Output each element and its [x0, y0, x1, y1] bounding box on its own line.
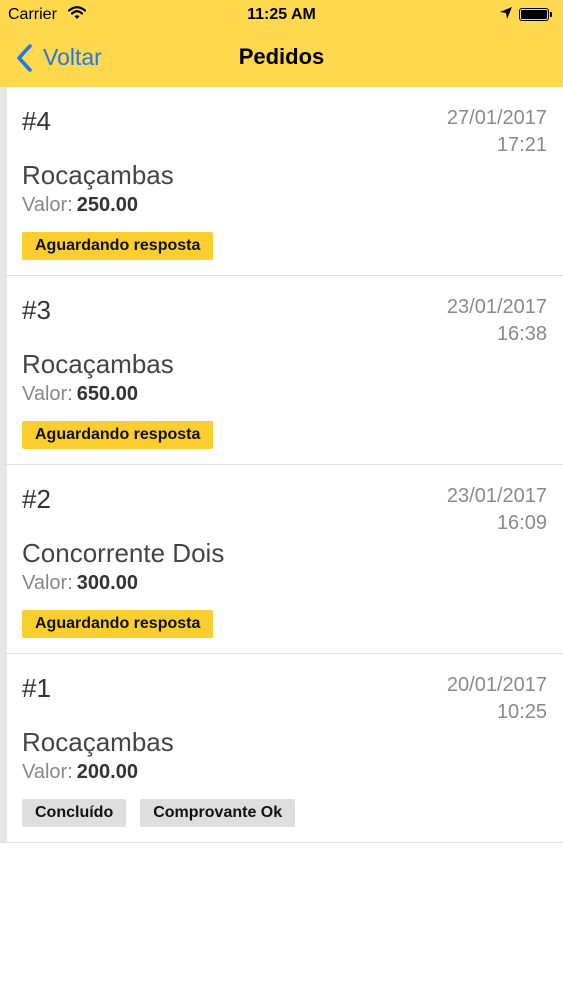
status-badge: Concluído [22, 799, 127, 827]
battery-icon [519, 8, 552, 21]
value-amount: 650.00 [76, 383, 138, 405]
order-badges: Aguardando resposta [22, 421, 227, 449]
order-number: #4 [22, 106, 51, 136]
value-label: Valor: [22, 194, 73, 216]
order-badges: Aguardando resposta [22, 232, 227, 260]
order-date: 20/01/2017 [446, 674, 547, 696]
status-badge: Aguardando resposta [22, 232, 214, 260]
status-bar: Carrier 11:25 AM [0, 0, 563, 30]
order-datetime: 20/01/2017 10:25 [447, 672, 547, 726]
order-value: Valor: 250.00 [22, 194, 138, 217]
order-value: Valor: 650.00 [22, 383, 138, 406]
order-time: 16:09 [496, 512, 547, 534]
navigation-header: Carrier 11:25 AM Voltar Pedidos [0, 0, 563, 87]
status-badge: Aguardando resposta [22, 610, 214, 638]
order-time: 17:21 [496, 134, 547, 156]
order-time: 10:25 [496, 701, 547, 723]
value-label: Valor: [22, 761, 73, 783]
order-date: 23/01/2017 [446, 485, 547, 507]
order-row[interactable]: #1 20/01/2017 10:25 Rocaçambas Valor: 200… [0, 654, 563, 843]
value-amount: 250.00 [76, 194, 138, 216]
order-time: 16:38 [496, 323, 547, 345]
order-value: Valor: 200.00 [22, 761, 138, 784]
order-datetime: 27/01/2017 17:21 [447, 105, 547, 159]
order-company: Concorrente Dois [22, 538, 225, 568]
value-label: Valor: [22, 383, 73, 405]
receipt-badge: Comprovante Ok [140, 799, 296, 827]
order-number: #3 [22, 295, 51, 325]
order-date: 23/01/2017 [446, 296, 547, 318]
order-badges: Concluído Comprovante Ok [22, 799, 309, 827]
location-arrow-icon [499, 6, 513, 25]
order-row[interactable]: #4 27/01/2017 17:21 Rocaçambas Valor: 250… [0, 87, 563, 276]
value-amount: 300.00 [76, 572, 138, 594]
order-row[interactable]: #3 23/01/2017 16:38 Rocaçambas Valor: 650… [0, 276, 563, 465]
value-label: Valor: [22, 572, 73, 594]
order-number: #2 [22, 484, 51, 514]
order-badges: Aguardando resposta [22, 610, 227, 638]
orders-list: #4 27/01/2017 17:21 Rocaçambas Valor: 250… [0, 87, 563, 843]
order-company: Rocaçambas [22, 349, 174, 379]
status-badge: Aguardando resposta [22, 421, 214, 449]
order-datetime: 23/01/2017 16:09 [447, 483, 547, 537]
status-time: 11:25 AM [247, 6, 316, 23]
page-title: Pedidos [238, 44, 325, 69]
order-value: Valor: 300.00 [22, 572, 138, 595]
value-amount: 200.00 [76, 761, 138, 783]
order-company: Rocaçambas [22, 727, 174, 757]
order-date: 27/01/2017 [446, 107, 547, 129]
order-company: Rocaçambas [22, 160, 174, 190]
order-number: #1 [22, 673, 51, 703]
order-datetime: 23/01/2017 16:38 [447, 294, 547, 348]
order-row[interactable]: #2 23/01/2017 16:09 Concorrente Dois Val… [0, 465, 563, 654]
